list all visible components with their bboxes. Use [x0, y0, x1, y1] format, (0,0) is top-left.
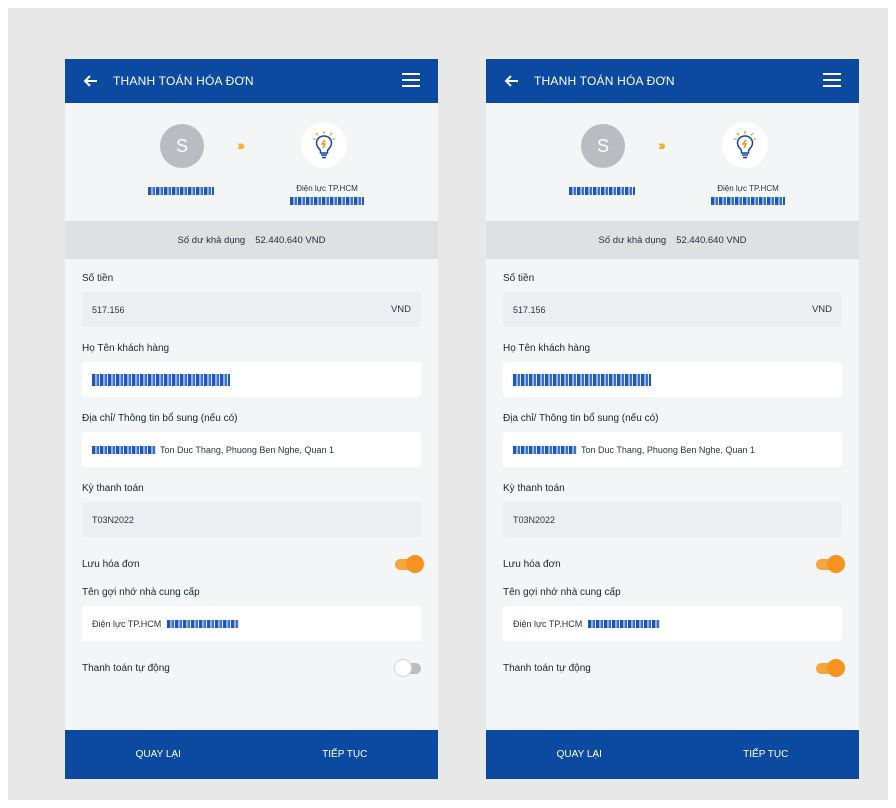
address-group: Địa chỉ/ Thông tin bổ sung (nếu có) Ton … — [503, 413, 842, 467]
auto-pay-row: Thanh toán tự động — [503, 657, 845, 679]
provider-name: Điện lực TP.HCM — [296, 184, 358, 193]
phone-screen-right: THANH TOÁN HÓA ĐƠN S ››› Điện lực TP.HCM — [486, 59, 859, 779]
source-account-masked — [148, 187, 214, 195]
customer-group: Họ Tên khách hàng — [503, 343, 842, 397]
period-label: Kỳ thanh toán — [503, 483, 565, 494]
app-header: THANH TOÁN HÓA ĐƠN — [486, 59, 859, 103]
amount-group: Số tiền 517.156 VND — [82, 273, 421, 327]
arrow-left-icon[interactable] — [504, 73, 520, 89]
bottom-bar: QUAY LẠI TIẾP TỤC — [486, 730, 859, 779]
period-label: Kỳ thanh toán — [82, 483, 144, 494]
payment-form: Số tiền 517.156 VND Họ Tên khách hàng Đị… — [82, 273, 424, 691]
bottom-bar: QUAY LẠI TIẾP TỤC — [65, 730, 438, 779]
provider-account-masked — [711, 196, 785, 205]
amount-field[interactable]: 517.156 VND — [82, 292, 421, 327]
amount-value: 517.156 — [513, 304, 546, 315]
phone-screen-left: THANH TOÁN HÓA ĐƠN S ››› Điện lực TP.HCM — [65, 59, 438, 779]
nickname-label: Tên gợi nhớ nhà cung cấp — [503, 587, 621, 598]
period-value: T03N2022 — [513, 514, 556, 525]
app-header: THANH TOÁN HÓA ĐƠN — [65, 59, 438, 103]
provider-name: Điện lực TP.HCM — [717, 184, 779, 193]
next-button[interactable]: TIẾP TỤC — [673, 749, 860, 760]
save-bill-toggle[interactable] — [816, 554, 845, 573]
provider-account-masked — [290, 196, 364, 205]
address-label: Địa chỉ/ Thông tin bổ sung (nếu có) — [82, 413, 238, 424]
address-value: Ton Duc Thang, Phuong Ben Nghe, Quan 1 — [160, 444, 334, 455]
nickname-label: Tên gợi nhớ nhà cung cấp — [82, 587, 200, 598]
address-masked — [513, 445, 577, 454]
lightbulb-icon — [301, 122, 347, 168]
lightbulb-icon — [722, 122, 768, 168]
hamburger-menu-icon[interactable] — [402, 73, 420, 87]
address-value: Ton Duc Thang, Phuong Ben Nghe, Quan 1 — [581, 444, 755, 455]
back-button[interactable]: QUAY LẠI — [486, 749, 673, 760]
address-group: Địa chỉ/ Thông tin bổ sung (nếu có) Ton … — [82, 413, 421, 467]
save-bill-label: Lưu hóa đơn — [82, 558, 140, 570]
period-field: T03N2022 — [503, 502, 842, 537]
amount-label: Số tiền — [82, 273, 114, 284]
address-field[interactable]: Ton Duc Thang, Phuong Ben Nghe, Quan 1 — [82, 432, 421, 467]
payment-form: Số tiền 517.156 VND Họ Tên khách hàng Đị… — [503, 273, 845, 691]
save-bill-row: Lưu hóa đơn — [503, 553, 845, 575]
nickname-value: Điện lực TP.HCM — [92, 618, 162, 629]
nickname-group: Tên gợi nhớ nhà cung cấp Điện lực TP.HCM — [503, 587, 842, 641]
auto-pay-label: Thanh toán tự động — [82, 662, 170, 674]
customer-name-field[interactable] — [503, 362, 842, 397]
address-masked — [92, 445, 156, 454]
save-bill-toggle[interactable] — [395, 554, 424, 573]
hamburger-menu-icon[interactable] — [823, 73, 841, 87]
background-frame: THANH TOÁN HÓA ĐƠN S ››› Điện lực TP.HCM — [8, 8, 888, 800]
arrow-left-icon[interactable] — [83, 73, 99, 89]
auto-pay-label: Thanh toán tự động — [503, 662, 591, 674]
amount-group: Số tiền 517.156 VND — [503, 273, 842, 327]
address-label: Địa chỉ/ Thông tin bổ sung (nếu có) — [503, 413, 659, 424]
amount-unit: VND — [390, 304, 411, 315]
customer-name-masked — [92, 373, 230, 386]
balance-bar: Số dư khả dụng 52.440.640 VND — [65, 221, 438, 259]
auto-pay-row: Thanh toán tự động — [82, 657, 421, 679]
amount-label: Số tiền — [503, 273, 535, 284]
amount-value: 517.156 — [92, 304, 125, 315]
avatar: S — [160, 124, 204, 168]
customer-group: Họ Tên khách hàng — [82, 343, 421, 397]
period-value: T03N2022 — [92, 514, 135, 525]
save-bill-label: Lưu hóa đơn — [503, 558, 561, 570]
period-field: T03N2022 — [82, 502, 421, 537]
balance-bar: Số dư khả dụng 52.440.640 VND — [486, 221, 859, 259]
customer-label: Họ Tên khách hàng — [503, 343, 591, 354]
period-group: Kỳ thanh toán T03N2022 — [82, 483, 421, 537]
nickname-value: Điện lực TP.HCM — [513, 618, 583, 629]
source-account-masked — [569, 187, 635, 195]
period-group: Kỳ thanh toán T03N2022 — [503, 483, 842, 537]
amount-field[interactable]: 517.156 VND — [503, 292, 842, 327]
avatar: S — [581, 124, 625, 168]
transfer-summary: S ››› Điện lực TP.HCM — [65, 103, 438, 221]
save-bill-row: Lưu hóa đơn — [82, 553, 424, 575]
address-field[interactable]: Ton Duc Thang, Phuong Ben Nghe, Quan 1 — [503, 432, 842, 467]
next-button[interactable]: TIẾP TỤC — [252, 749, 439, 760]
balance-label: Số dư khả dụng — [598, 234, 667, 246]
provider-info: Điện lực TP.HCM — [277, 183, 377, 205]
nickname-masked — [588, 619, 661, 628]
auto-pay-toggle[interactable] — [816, 658, 845, 677]
nickname-field[interactable]: Điện lực TP.HCM — [82, 606, 421, 641]
balance-value: 52.440.640 VND — [676, 234, 747, 246]
provider-info: Điện lực TP.HCM — [698, 183, 798, 205]
balance-value: 52.440.640 VND — [255, 234, 326, 246]
page-title: THANH TOÁN HÓA ĐƠN — [534, 74, 675, 88]
nickname-field[interactable]: Điện lực TP.HCM — [503, 606, 842, 641]
transfer-summary: S ››› Điện lực TP.HCM — [486, 103, 859, 221]
nickname-group: Tên gợi nhớ nhà cung cấp Điện lực TP.HCM — [82, 587, 421, 641]
back-button[interactable]: QUAY LẠI — [65, 749, 252, 760]
nickname-masked — [167, 619, 240, 628]
customer-label: Họ Tên khách hàng — [82, 343, 170, 354]
chevrons-right-icon: ››› — [237, 137, 245, 153]
customer-name-masked — [513, 373, 651, 386]
chevrons-right-icon: ››› — [658, 137, 666, 153]
amount-unit: VND — [811, 304, 832, 315]
balance-label: Số dư khả dụng — [177, 234, 246, 246]
auto-pay-toggle[interactable] — [394, 658, 421, 677]
page-title: THANH TOÁN HÓA ĐƠN — [113, 74, 254, 88]
customer-name-field[interactable] — [82, 362, 421, 397]
